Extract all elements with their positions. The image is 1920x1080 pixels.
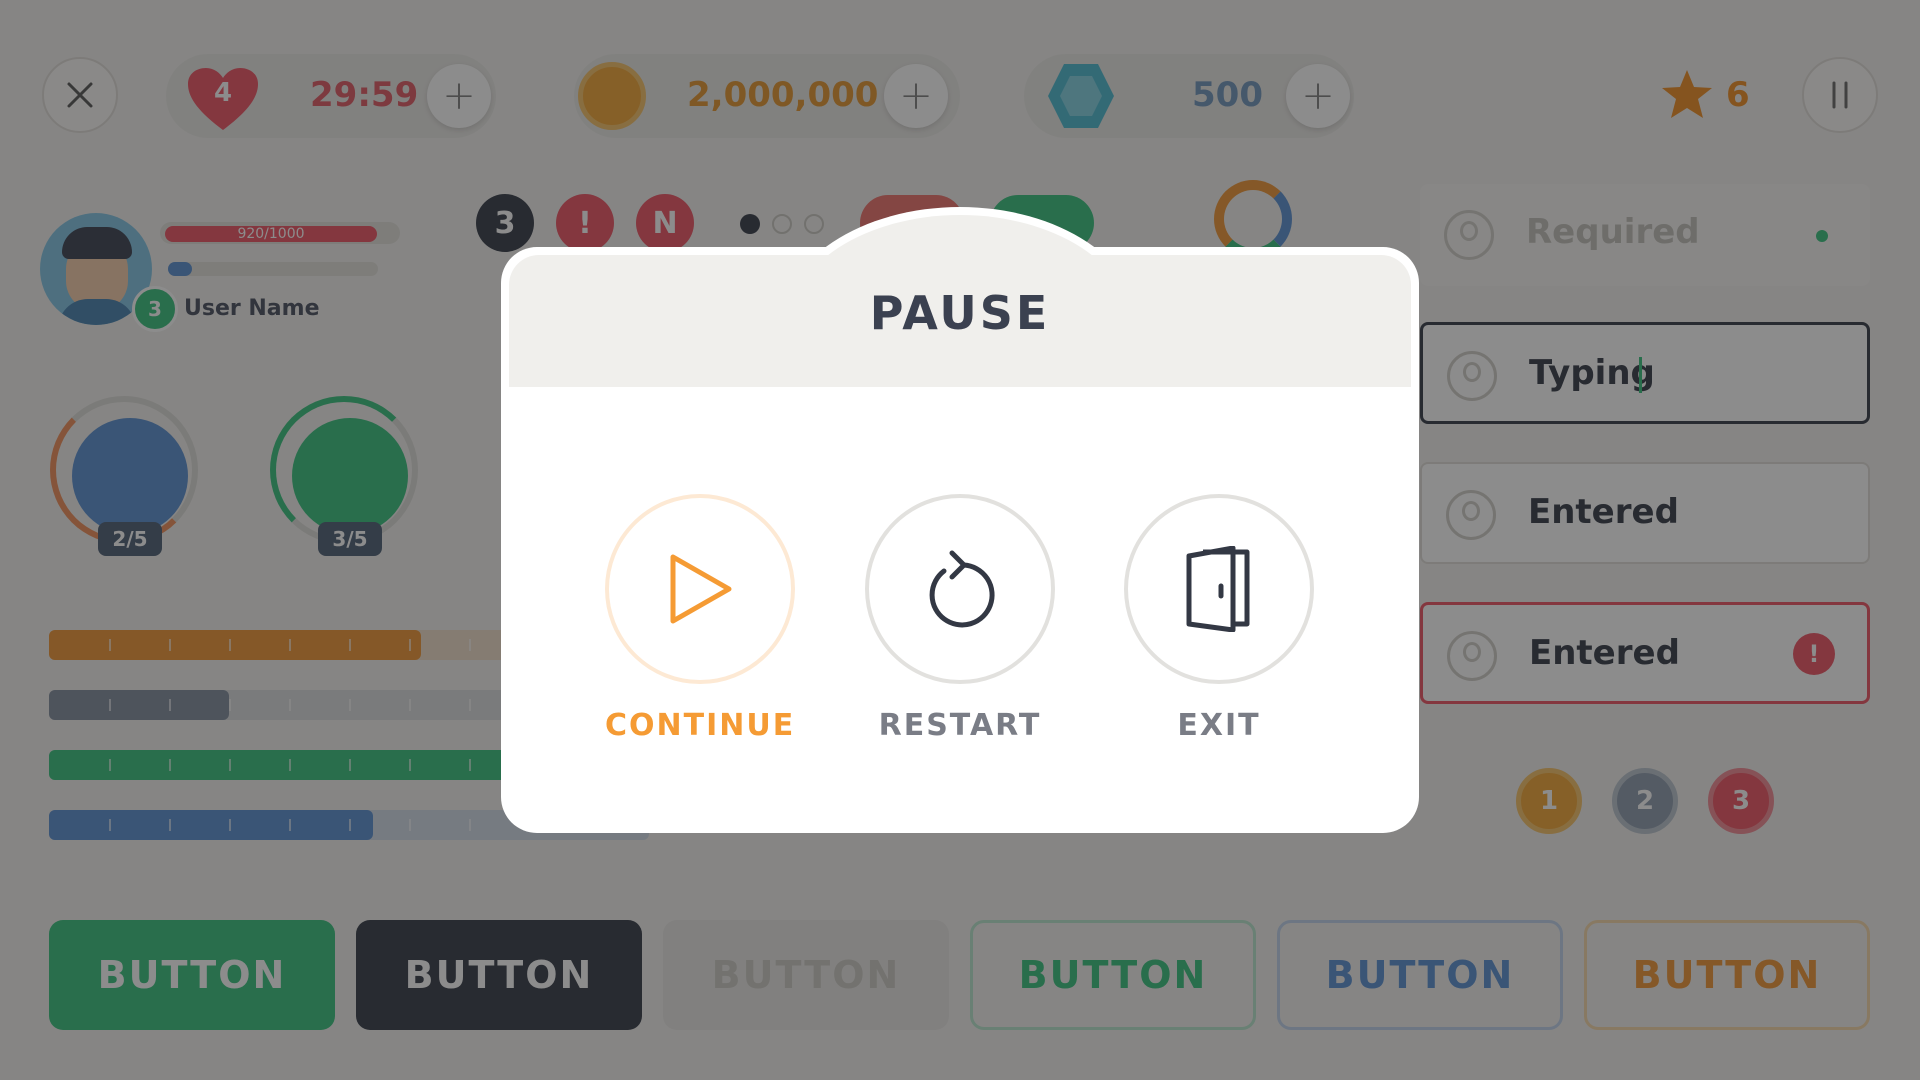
play-icon xyxy=(670,554,732,624)
restart-circle[interactable] xyxy=(865,494,1055,684)
dialog-title: PAUSE xyxy=(869,286,1051,340)
restart-label: RESTART xyxy=(878,708,1042,743)
continue-button[interactable]: CONTINUE xyxy=(605,494,795,743)
exit-button[interactable]: EXIT xyxy=(1124,494,1314,743)
door-icon xyxy=(1186,546,1250,632)
restart-button[interactable]: RESTART xyxy=(865,494,1055,743)
restart-icon xyxy=(929,550,995,628)
exit-circle[interactable] xyxy=(1124,494,1314,684)
continue-label: CONTINUE xyxy=(605,708,796,743)
exit-label: EXIT xyxy=(1177,708,1261,743)
continue-circle[interactable] xyxy=(605,494,795,684)
